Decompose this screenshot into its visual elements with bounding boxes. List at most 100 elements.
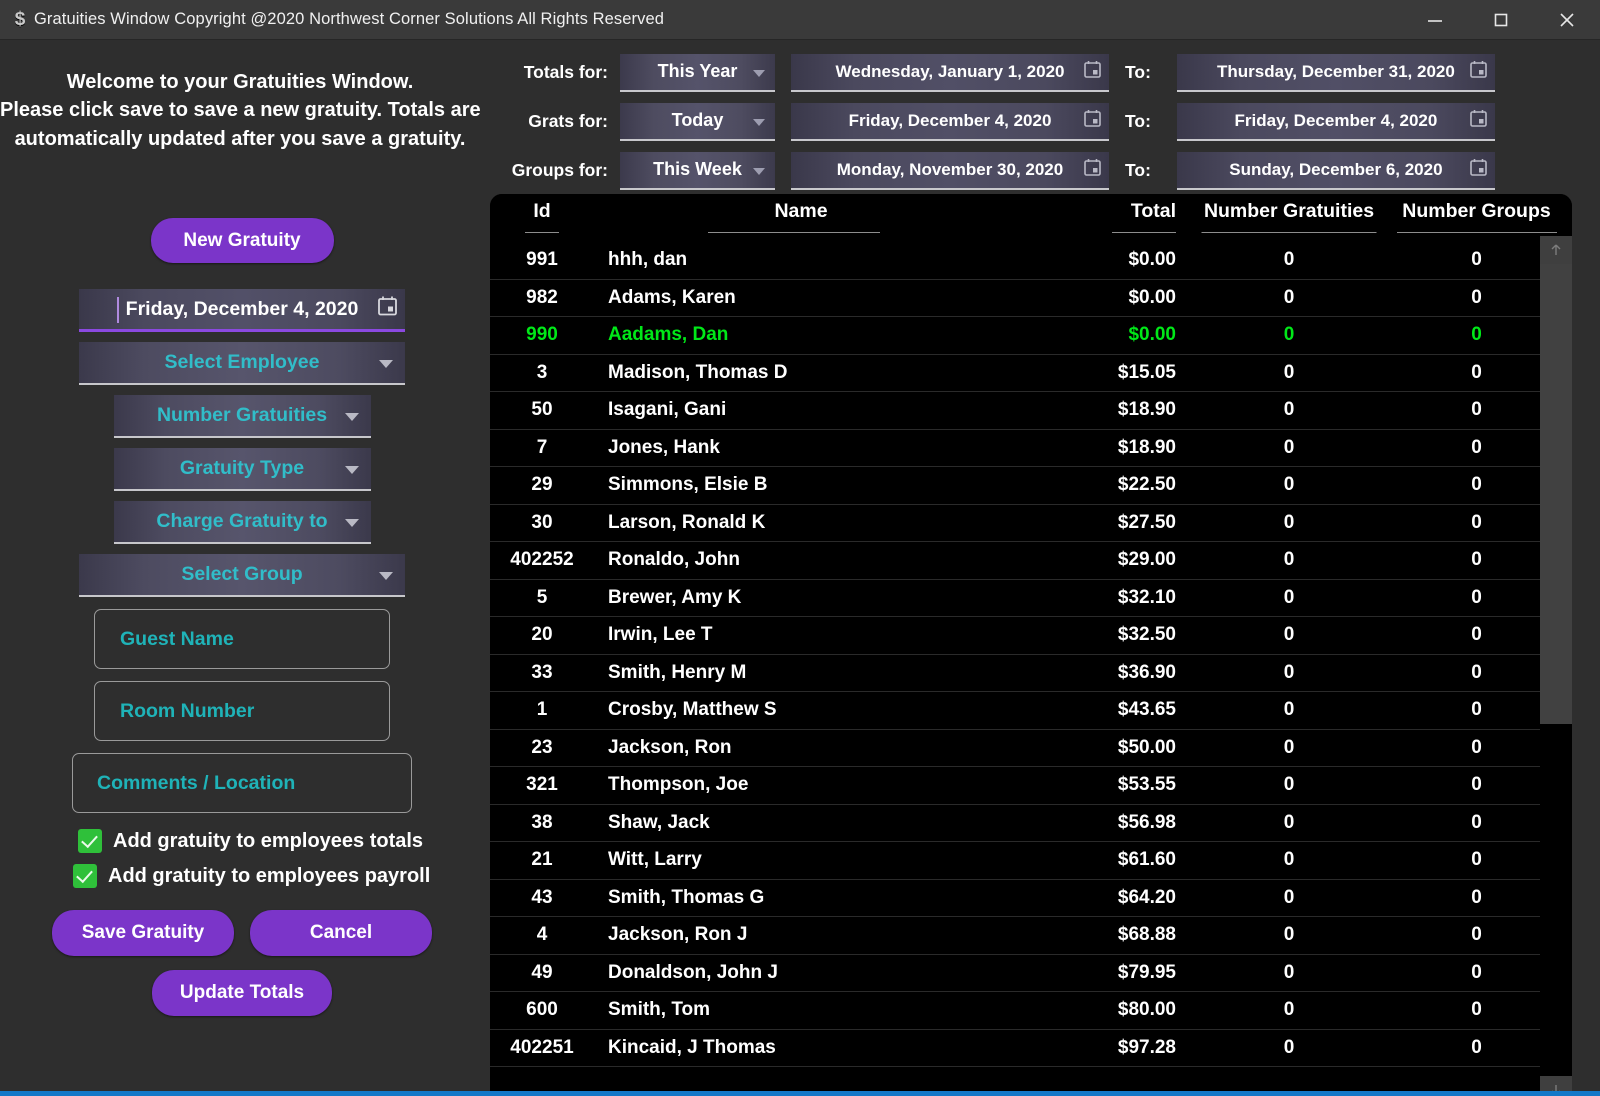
gratuity-type-dropdown[interactable]: Gratuity Type (114, 448, 371, 491)
groups-to-date-value: Sunday, December 6, 2020 (1229, 160, 1442, 180)
cell-name: Isagani, Gani (594, 399, 994, 421)
table-row[interactable]: 50Isagani, Gani$18.9000 (490, 392, 1572, 430)
grats-to-date[interactable]: Friday, December 4, 2020 (1177, 103, 1495, 141)
groups-from-date[interactable]: Monday, November 30, 2020 (791, 152, 1109, 190)
comments-location-input[interactable]: Comments / Location (72, 753, 412, 813)
table-row[interactable]: 321Thompson, Joe$53.5500 (490, 767, 1572, 805)
grats-to-date-value: Friday, December 4, 2020 (1234, 111, 1437, 131)
charge-gratuity-to-label: Charge Gratuity to (156, 510, 327, 533)
checkmark-icon[interactable] (73, 864, 97, 888)
cell-name: Thompson, Joe (594, 774, 994, 796)
cell-id: 991 (490, 249, 594, 271)
table-row[interactable]: 402251Kincaid, J Thomas$97.2800 (490, 1030, 1572, 1068)
table-row[interactable]: 38Shaw, Jack$56.9800 (490, 805, 1572, 843)
cell-id: 30 (490, 512, 594, 534)
calendar-icon[interactable] (1084, 60, 1101, 84)
filters-area: Totals for: This Year Wednesday, January… (480, 40, 1600, 190)
chevron-down-icon (753, 119, 765, 126)
gratuity-form-panel: New Gratuity Friday, December 4, 2020 Se… (0, 190, 484, 1096)
totals-from-date[interactable]: Wednesday, January 1, 2020 (791, 54, 1109, 92)
minimize-icon[interactable] (1402, 0, 1468, 39)
groups-to-date[interactable]: Sunday, December 6, 2020 (1177, 152, 1495, 190)
totals-to-date[interactable]: Thursday, December 31, 2020 (1177, 54, 1495, 92)
table-row[interactable]: 991hhh, dan$0.0000 (490, 242, 1572, 280)
close-icon[interactable] (1534, 0, 1600, 39)
save-gratuity-button[interactable]: Save Gratuity (52, 910, 234, 956)
cell-total: $53.55 (994, 774, 1194, 796)
table-row[interactable]: 402252Ronaldo, John$29.0000 (490, 542, 1572, 580)
number-gratuities-dropdown[interactable]: Number Gratuities (114, 395, 371, 438)
table-row[interactable]: 5Brewer, Amy K$32.1000 (490, 580, 1572, 618)
calendar-icon[interactable] (1084, 158, 1101, 182)
cell-total: $18.90 (994, 399, 1194, 421)
calendar-icon[interactable] (1470, 60, 1487, 84)
cell-name: Simmons, Elsie B (594, 474, 994, 496)
table-row[interactable]: 982Adams, Karen$0.0000 (490, 280, 1572, 318)
table-row[interactable]: 7Jones, Hank$18.9000 (490, 430, 1572, 468)
table-row[interactable]: 4Jackson, Ron J$68.8800 (490, 917, 1572, 955)
grats-period-select[interactable]: Today (620, 103, 775, 141)
new-gratuity-button[interactable]: New Gratuity (151, 218, 334, 263)
table-row[interactable]: 990Aadams, Dan$0.0000 (490, 317, 1572, 355)
column-header-number-gratuities[interactable]: Number Gratuities (1194, 200, 1384, 229)
calendar-icon[interactable] (1470, 158, 1487, 182)
cell-num-gratuities: 0 (1194, 399, 1384, 421)
table-row[interactable]: 600Smith, Tom$80.0000 (490, 992, 1572, 1030)
grats-from-date[interactable]: Friday, December 4, 2020 (791, 103, 1109, 141)
room-number-input[interactable]: Room Number (94, 681, 390, 741)
scroll-up-icon[interactable] (1540, 236, 1572, 264)
header-underline (525, 232, 559, 233)
update-totals-button[interactable]: Update Totals (152, 970, 332, 1016)
table-row[interactable]: 43Smith, Thomas G$64.2000 (490, 880, 1572, 918)
groups-period-select[interactable]: This Week (620, 152, 775, 190)
charge-gratuity-to-dropdown[interactable]: Charge Gratuity to (114, 501, 371, 544)
column-header-name[interactable]: Name (594, 200, 994, 229)
comments-location-placeholder: Comments / Location (97, 772, 295, 795)
select-employee-dropdown[interactable]: Select Employee (79, 342, 405, 385)
guest-name-placeholder: Guest Name (120, 628, 234, 651)
chevron-down-icon (345, 413, 359, 421)
cell-num-gratuities: 0 (1194, 549, 1384, 571)
cell-num-gratuities: 0 (1194, 812, 1384, 834)
cell-name: hhh, dan (594, 249, 994, 271)
column-header-id-label: Id (533, 200, 550, 222)
table-row[interactable]: 23Jackson, Ron$50.0000 (490, 730, 1572, 768)
cell-name: Jackson, Ron (594, 737, 994, 759)
gratuity-date-field[interactable]: Friday, December 4, 2020 (79, 289, 405, 332)
guest-name-input[interactable]: Guest Name (94, 609, 390, 669)
table-row[interactable]: 20Irwin, Lee T$32.5000 (490, 617, 1572, 655)
table-row[interactable]: 21Witt, Larry$61.6000 (490, 842, 1572, 880)
title-bar: $ Gratuities Window Copyright @2020 Nort… (0, 0, 1600, 40)
maximize-icon[interactable] (1468, 0, 1534, 39)
table-row[interactable]: 3Madison, Thomas D$15.0500 (490, 355, 1572, 393)
cell-num-gratuities: 0 (1194, 624, 1384, 646)
table-scrollbar[interactable] (1540, 236, 1572, 1096)
calendar-icon[interactable] (1470, 109, 1487, 133)
add-to-totals-checkbox-row[interactable]: Add gratuity to employees totals (78, 829, 484, 853)
table-row[interactable]: 33Smith, Henry M$36.9000 (490, 655, 1572, 693)
select-group-dropdown[interactable]: Select Group (79, 554, 405, 597)
scrollbar-thumb[interactable] (1540, 264, 1572, 724)
table-row[interactable]: 1Crosby, Matthew S$43.6500 (490, 692, 1572, 730)
totals-period-select[interactable]: This Year (620, 54, 775, 92)
cancel-button[interactable]: Cancel (250, 910, 432, 956)
table-row[interactable]: 49Donaldson, John J$79.9500 (490, 955, 1572, 993)
cell-id: 5 (490, 587, 594, 609)
column-header-id[interactable]: Id (490, 200, 594, 229)
column-header-number-groups[interactable]: Number Groups (1384, 200, 1569, 229)
cell-total: $43.65 (994, 699, 1194, 721)
calendar-icon[interactable] (378, 296, 397, 323)
cell-num-gratuities: 0 (1194, 512, 1384, 534)
window-title: Gratuities Window Copyright @2020 Northw… (34, 10, 664, 29)
cell-id: 402251 (490, 1037, 594, 1059)
cell-name: Brewer, Amy K (594, 587, 994, 609)
cell-total: $61.60 (994, 849, 1194, 871)
add-to-payroll-checkbox-row[interactable]: Add gratuity to employees payroll (73, 864, 484, 888)
cell-name: Jones, Hank (594, 437, 994, 459)
table-row[interactable]: 29Simmons, Elsie B$22.5000 (490, 467, 1572, 505)
checkmark-icon[interactable] (78, 829, 102, 853)
cell-id: 321 (490, 774, 594, 796)
column-header-total[interactable]: Total (994, 200, 1194, 229)
calendar-icon[interactable] (1084, 109, 1101, 133)
table-row[interactable]: 30Larson, Ronald K$27.5000 (490, 505, 1572, 543)
